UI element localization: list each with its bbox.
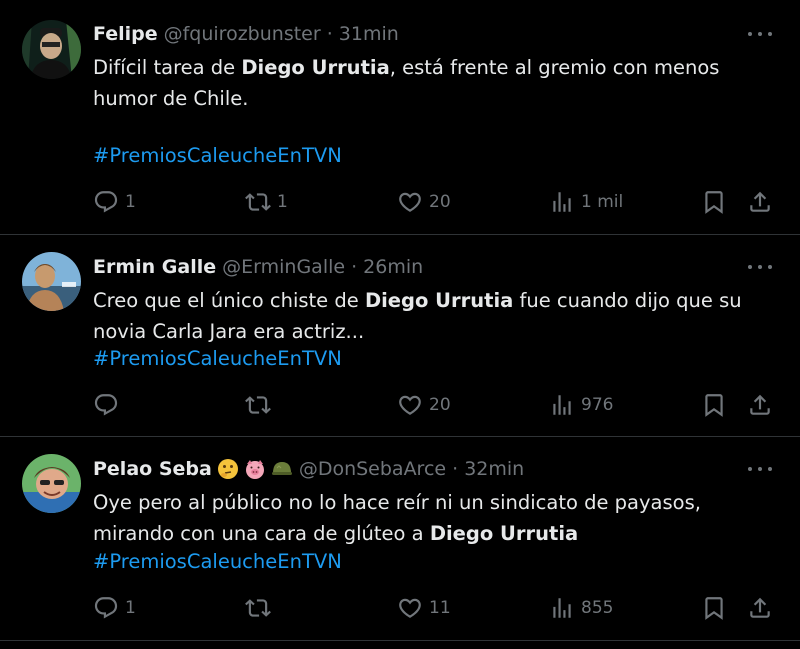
more-icon[interactable] — [748, 263, 772, 271]
retweet-button[interactable]: 1 — [245, 187, 288, 217]
retweet-count: 1 — [277, 192, 288, 212]
share-button[interactable] — [747, 593, 773, 623]
avatar[interactable] — [22, 20, 81, 79]
like-count: 20 — [429, 192, 451, 212]
retweet-button[interactable] — [245, 390, 277, 420]
retweet-icon — [245, 392, 271, 418]
tweet-mention-bold: Diego Urrutia — [364, 289, 514, 312]
views-icon — [549, 595, 575, 621]
views-count: 1 mil — [581, 192, 624, 212]
share-button[interactable] — [747, 390, 773, 420]
like-count: 20 — [429, 395, 451, 415]
bookmark-icon — [701, 392, 727, 418]
retweet-button[interactable] — [245, 593, 277, 623]
reply-count: 1 — [125, 192, 136, 212]
author-name[interactable]: Ermin Galle — [93, 255, 216, 279]
views-button[interactable]: 855 — [549, 593, 613, 623]
reply-icon — [93, 189, 119, 215]
reply-button[interactable] — [93, 390, 125, 420]
author-handle-time[interactable]: @fquirozbunster · 31min — [164, 22, 399, 46]
tweet-mention-bold: Diego Urrutia — [429, 522, 579, 545]
bookmark-button[interactable] — [701, 390, 727, 420]
author-name[interactable]: Pelao Seba — [93, 457, 212, 481]
more-icon[interactable] — [748, 30, 772, 38]
hashtag-link[interactable]: #PremiosCaleucheEnTVN — [93, 343, 773, 374]
pig-face-icon — [245, 460, 264, 479]
hashtag-link[interactable]: #PremiosCaleucheEnTVN — [93, 546, 773, 577]
tweet-text: Creo que el único chiste de Diego Urruti… — [93, 285, 773, 347]
tweet[interactable]: Pelao Seba @DonSebaArce · 32min Oye pero — [0, 437, 800, 640]
views-count: 976 — [581, 395, 614, 415]
views-button[interactable]: 976 — [549, 390, 613, 420]
bookmark-button[interactable] — [701, 593, 727, 623]
divider — [0, 640, 800, 641]
tweet[interactable]: Ermin Galle @ErminGalle · 26min Creo que… — [0, 235, 800, 436]
share-icon — [747, 392, 773, 418]
like-button[interactable]: 20 — [397, 390, 451, 420]
bookmark-icon — [701, 595, 727, 621]
tweet-text-part: Oye pero al público no lo hace reír ni u… — [93, 491, 701, 545]
tweet-text: Difícil tarea de Diego Urrutia, está fre… — [93, 52, 773, 114]
retweet-icon — [245, 189, 271, 215]
views-button[interactable]: 1 mil — [549, 187, 623, 217]
views-icon — [549, 189, 575, 215]
author-name[interactable]: Felipe — [93, 22, 158, 46]
reply-icon — [93, 392, 119, 418]
tweet-text-part: Difícil tarea de — [93, 56, 242, 79]
reply-count: 1 — [125, 598, 136, 618]
heart-icon — [397, 392, 423, 418]
heart-icon — [397, 189, 423, 215]
avatar[interactable] — [22, 252, 81, 311]
views-count: 855 — [581, 598, 614, 618]
like-count: 11 — [429, 598, 451, 618]
like-button[interactable]: 11 — [397, 593, 451, 623]
tweet-mention-bold: Diego Urrutia — [241, 56, 390, 79]
heart-icon — [397, 595, 423, 621]
tweet-header: Ermin Galle @ErminGalle · 26min — [93, 255, 423, 279]
more-icon[interactable] — [748, 465, 772, 473]
reply-button[interactable]: 1 — [93, 187, 136, 217]
author-handle-time[interactable]: @ErminGalle · 26min — [222, 255, 423, 279]
share-icon — [747, 595, 773, 621]
share-icon — [747, 189, 773, 215]
tweet-text-part: Creo que el único chiste de — [93, 289, 365, 312]
retweet-icon — [245, 595, 271, 621]
tweet-actions: 20 976 — [93, 390, 783, 420]
bookmark-button[interactable] — [701, 187, 727, 217]
thinking-face-icon — [217, 459, 238, 479]
reply-icon — [93, 595, 119, 621]
military-helmet-icon — [271, 462, 292, 475]
share-button[interactable] — [747, 187, 773, 217]
tweet-header: Pelao Seba @DonSebaArce · 32min — [93, 457, 524, 481]
views-icon — [549, 392, 575, 418]
hashtag-link[interactable]: #PremiosCaleucheEnTVN — [93, 140, 773, 171]
tweet-actions: 1 11 855 — [93, 593, 783, 623]
tweet-text: Oye pero al público no lo hace reír ni u… — [93, 487, 773, 549]
tweet[interactable]: Felipe @fquirozbunster · 31min Difícil t… — [0, 0, 800, 234]
avatar[interactable] — [22, 454, 81, 513]
tweet-actions: 1 1 20 1 mil — [93, 187, 783, 217]
bookmark-icon — [701, 189, 727, 215]
reply-button[interactable]: 1 — [93, 593, 136, 623]
author-handle-time[interactable]: @DonSebaArce · 32min — [299, 457, 524, 481]
like-button[interactable]: 20 — [397, 187, 451, 217]
tweet-header: Felipe @fquirozbunster · 31min — [93, 22, 399, 46]
